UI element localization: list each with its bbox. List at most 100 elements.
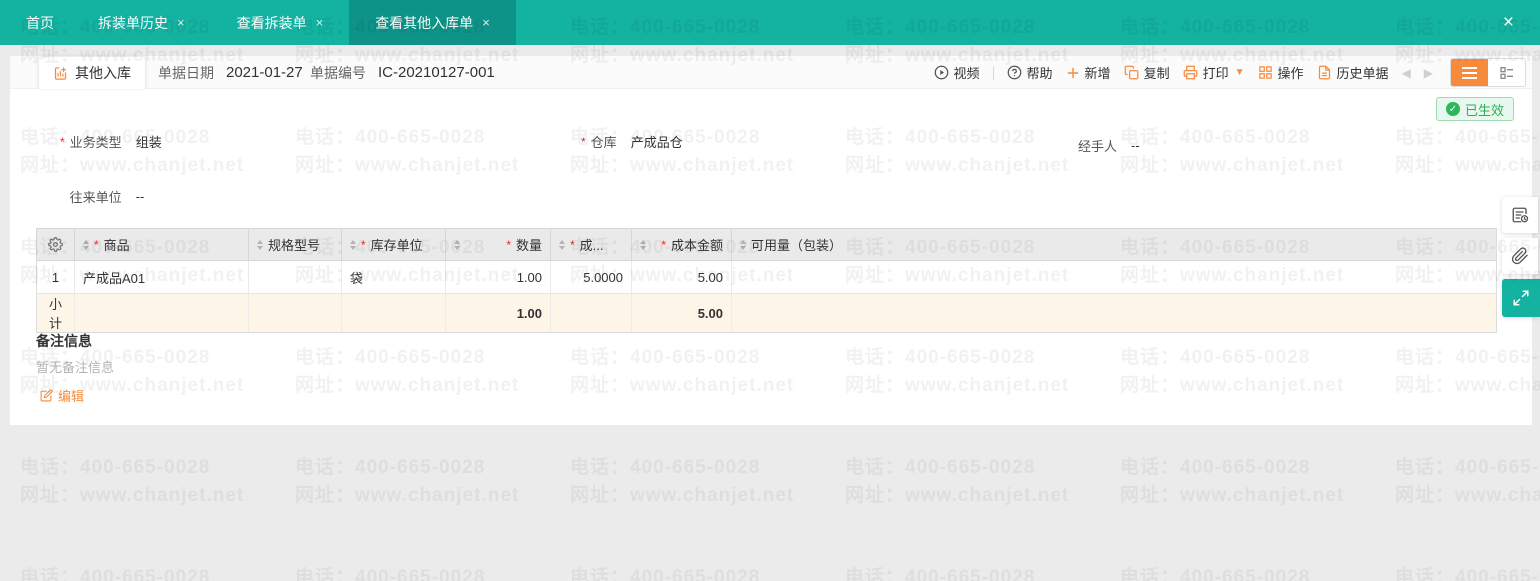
sort-icon[interactable]	[640, 239, 646, 250]
column-header-cost-price[interactable]: * 成...	[550, 228, 632, 261]
doc-number-value: IC-20210127-001	[378, 64, 495, 81]
add-button[interactable]: 新增	[1066, 63, 1111, 82]
required-asterisk: *	[60, 134, 65, 149]
inbound-doc-icon	[53, 66, 68, 81]
check-circle-icon: ✓	[1445, 102, 1460, 116]
help-button[interactable]: 帮助	[1007, 63, 1053, 82]
remarks-edit-button[interactable]: 编辑	[40, 386, 84, 405]
nav-tab-view-disassembly[interactable]: 查看拆装单 ×	[211, 0, 350, 45]
remarks-edit-label: 编辑	[58, 389, 85, 404]
list-view-button[interactable]	[1451, 59, 1488, 86]
form-view-button[interactable]	[1488, 59, 1525, 86]
attachment-button[interactable]	[1502, 238, 1538, 274]
column-header-qty[interactable]: * 数量	[445, 228, 551, 261]
handler-value: --	[1131, 138, 1140, 153]
form-view-icon	[1499, 65, 1515, 81]
subtotal-empty	[341, 293, 446, 333]
biz-type-field: * 业务类型 组装	[60, 132, 162, 151]
column-settings-header[interactable]	[36, 228, 75, 261]
nav-tab-label: 查看拆装单	[236, 14, 307, 31]
table-header-row: * 商品 规格型号 * 库存单位 * 数量 * 成... * 成本金额 可用量（…	[36, 228, 1497, 261]
toolbar-actions: 视频 帮助 新增 复制 打印 ▼ 操作 历史单据 ◀ ▶	[934, 56, 1526, 89]
column-header-spec[interactable]: 规格型号	[248, 228, 342, 261]
nav-tab-view-other-inbound[interactable]: 查看其他入库单 ×	[349, 0, 516, 45]
column-header-unit[interactable]: * 库存单位	[341, 228, 446, 261]
biz-type-value: 组装	[135, 135, 162, 150]
close-icon[interactable]: ×	[177, 16, 185, 29]
status-badge: ✓ 已生效	[1435, 97, 1514, 121]
printer-icon	[1183, 65, 1198, 80]
expand-icon	[1512, 289, 1530, 307]
column-header-available[interactable]: 可用量（包装）	[731, 228, 1497, 261]
next-doc-icon[interactable]: ▶	[1424, 66, 1433, 80]
biz-type-label: 业务类型	[69, 135, 122, 150]
handler-field: 经手人 --	[1078, 136, 1140, 155]
copy-label: 复制	[1143, 66, 1170, 81]
chevron-down-icon[interactable]: ▼	[1235, 67, 1245, 78]
doc-date-label: 单据日期	[158, 64, 214, 81]
column-header-cost-amount[interactable]: * 成本金额	[631, 228, 732, 261]
cell-product: 产成品A01	[74, 260, 249, 294]
edit-icon	[40, 389, 53, 402]
document-toolbar: 其他入库 单据日期 2021-01-27 单据编号 IC-20210127-00…	[10, 56, 1532, 89]
cell-qty: 1.00	[445, 260, 551, 294]
cell-available	[731, 260, 1497, 294]
app-window: 首页 拆装单历史 × 查看拆装单 × 查看其他入库单 × × 其他入库 单据日期…	[0, 0, 1540, 581]
video-label: 视频	[953, 66, 980, 81]
copy-button[interactable]: 复制	[1124, 63, 1170, 82]
nav-tab-label: 首页	[26, 14, 54, 31]
divider	[992, 65, 994, 80]
grid-icon	[1258, 65, 1273, 80]
nav-tab-label: 查看其他入库单	[375, 14, 474, 31]
remarks-empty-text: 暂无备注信息	[36, 360, 115, 375]
sort-icon[interactable]	[350, 239, 356, 250]
view-toggle	[1450, 58, 1526, 87]
doc-type-label: 其他入库	[75, 65, 131, 81]
handler-label: 经手人	[1078, 139, 1118, 154]
close-icon[interactable]: ×	[482, 16, 490, 29]
nav-tab-home[interactable]: 首页	[8, 0, 72, 45]
subtotal-cost-amount: 5.00	[631, 293, 732, 333]
doc-type-tab[interactable]: 其他入库	[38, 56, 146, 89]
print-label: 打印	[1202, 66, 1229, 81]
sort-icon[interactable]	[559, 239, 565, 250]
list-view-icon	[1462, 66, 1477, 79]
cell-unit: 袋	[341, 260, 446, 294]
items-table: * 商品 规格型号 * 库存单位 * 数量 * 成... * 成本金额 可用量（…	[36, 228, 1497, 333]
actions-button[interactable]: 操作	[1258, 63, 1304, 82]
gear-icon[interactable]	[45, 237, 66, 252]
remarks-title: 备注信息	[36, 333, 92, 349]
subtotal-empty	[731, 293, 1497, 333]
help-circle-icon	[1007, 65, 1022, 80]
doc-date-value: 2021-01-27	[226, 64, 303, 81]
help-label: 帮助	[1026, 66, 1053, 81]
copy-icon	[1124, 65, 1139, 80]
history-docs-button[interactable]: 历史单据	[1317, 63, 1389, 82]
sort-icon[interactable]	[740, 239, 746, 250]
warehouse-field: * 仓库 产成品仓	[581, 132, 683, 151]
close-icon[interactable]: ×	[316, 16, 324, 29]
status-badge-label: 已生效	[1464, 102, 1504, 118]
video-button[interactable]: 视频	[934, 63, 980, 82]
cell-spec	[248, 260, 342, 294]
subtotal-qty: 1.00	[445, 293, 551, 333]
sort-icon[interactable]	[257, 239, 263, 250]
nav-tab-disassembly-history[interactable]: 拆装单历史 ×	[72, 0, 211, 45]
counterparty-value: --	[135, 189, 145, 204]
sort-icon[interactable]	[454, 239, 460, 250]
column-header-product[interactable]: * 商品	[74, 228, 249, 261]
counterparty-label: 往来单位	[69, 190, 122, 205]
doc-history-button[interactable]	[1502, 197, 1538, 233]
subtotal-empty	[550, 293, 632, 333]
print-button[interactable]: 打印 ▼	[1183, 63, 1245, 82]
close-icon[interactable]: ×	[1503, 0, 1514, 45]
table-row[interactable]: 1 产成品A01 袋 1.00 5.0000 5.00	[36, 260, 1497, 294]
subtotal-empty	[74, 293, 249, 333]
sort-icon[interactable]	[83, 239, 89, 250]
history-docs-label: 历史单据	[1336, 66, 1389, 81]
nav-tab-label: 拆装单历史	[98, 14, 168, 31]
prev-doc-icon[interactable]: ◀	[1402, 66, 1411, 80]
fullscreen-button[interactable]	[1502, 279, 1540, 317]
actions-label: 操作	[1277, 66, 1304, 81]
cell-cost-amount: 5.00	[631, 260, 732, 294]
